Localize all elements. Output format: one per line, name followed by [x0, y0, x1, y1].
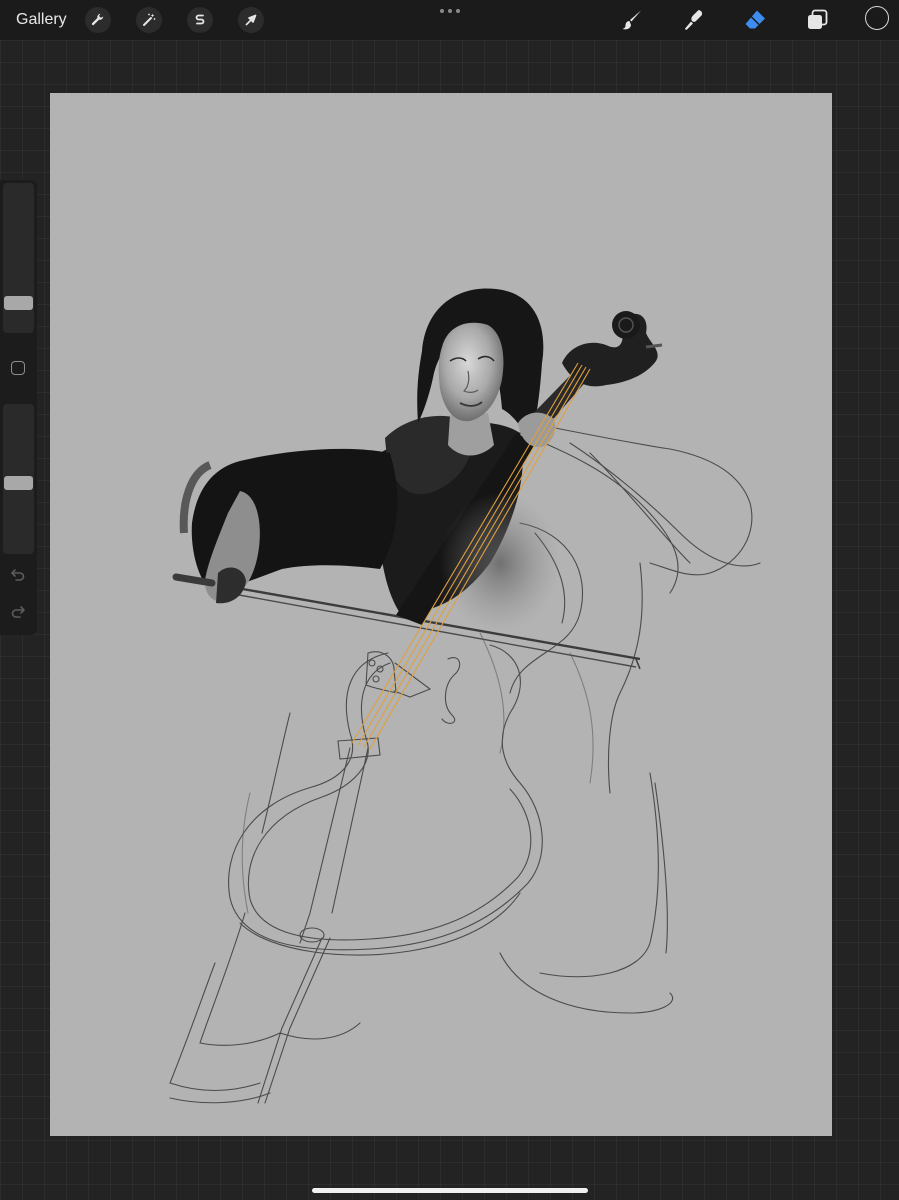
adjustments-button[interactable] [136, 7, 162, 33]
layers-icon [808, 9, 828, 29]
eraser-tool-button[interactable] [741, 6, 769, 34]
brush-icon [622, 10, 641, 30]
figure-rendered [172, 288, 663, 633]
magic-wand-icon [143, 13, 156, 26]
gallery-button[interactable]: Gallery [16, 10, 67, 30]
arrow-cursor-icon [245, 14, 257, 26]
undo-arrow-icon [11, 569, 25, 581]
modify-button[interactable] [11, 361, 25, 375]
drawing-canvas[interactable] [50, 93, 832, 1136]
brush-size-slider-thumb[interactable] [4, 296, 33, 310]
transform-button[interactable] [238, 7, 264, 33]
selection-s-icon [195, 14, 205, 25]
procreate-app: Gallery [0, 0, 899, 1200]
redo-arrow-icon [11, 606, 25, 618]
smudge-icon [685, 10, 703, 30]
dot-icon [440, 9, 444, 13]
opacity-slider[interactable] [3, 404, 34, 554]
artwork [169, 288, 761, 1104]
dot-icon [448, 9, 452, 13]
dot-icon [456, 9, 460, 13]
actions-button[interactable] [85, 7, 111, 33]
smudge-tool-button[interactable] [680, 6, 708, 34]
top-toolbar: Gallery [0, 0, 899, 40]
paint-tool-button[interactable] [618, 6, 646, 34]
redo-button[interactable] [9, 603, 27, 621]
color-picker-button[interactable] [865, 6, 889, 30]
wrench-icon [91, 13, 104, 26]
more-options-button[interactable] [440, 9, 460, 15]
side-toolbar [0, 180, 37, 635]
eraser-icon [745, 10, 765, 29]
layers-button[interactable] [803, 6, 831, 34]
brush-size-slider[interactable] [3, 183, 34, 333]
home-indicator[interactable] [312, 1188, 588, 1193]
opacity-slider-thumb[interactable] [4, 476, 33, 490]
undo-button[interactable] [9, 566, 27, 584]
selection-button[interactable] [187, 7, 213, 33]
